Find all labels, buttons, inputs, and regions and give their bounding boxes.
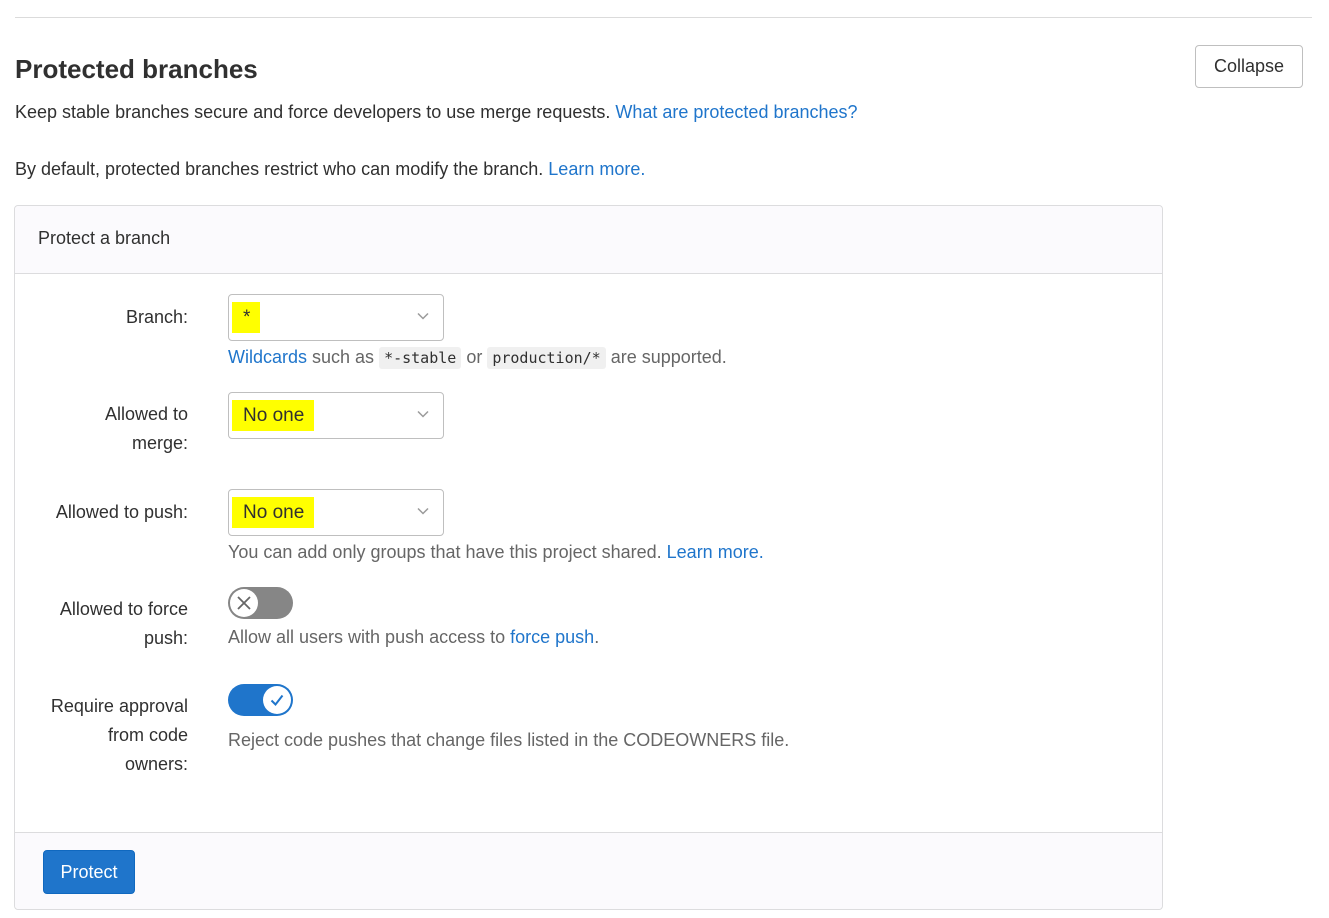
code-owners-help: Reject code pushes that change files lis… <box>228 730 790 750</box>
default-info-text: By default, protected branches restrict … <box>15 159 544 179</box>
protect-branch-panel: Protect a branch Branch: * Wildcards suc… <box>14 205 1163 910</box>
merge-label: Allowed to merge: <box>0 400 188 458</box>
chevron-down-icon <box>417 507 429 515</box>
branch-help-text-1: such as <box>307 347 380 367</box>
code-owners-label-line-1: Require approval <box>50 696 188 716</box>
push-label: Allowed to push: <box>55 502 188 522</box>
collapse-button[interactable]: Collapse <box>1195 45 1303 88</box>
force-push-toggle[interactable] <box>228 587 293 619</box>
panel-header: Protect a branch <box>15 206 1162 274</box>
allowed-to-merge-dropdown[interactable]: No one <box>228 392 444 439</box>
toggle-knob <box>230 589 258 617</box>
check-icon <box>270 694 284 707</box>
force-push-help: Allow all users with push access to forc… <box>228 625 599 649</box>
branch-label: Branch: <box>125 307 188 327</box>
merge-value: No one <box>232 400 315 431</box>
code-snippet-production: production/* <box>487 347 606 369</box>
merge-label-line-1: Allowed to <box>104 404 188 424</box>
wildcards-link[interactable]: Wildcards <box>228 347 307 367</box>
panel-title: Protect a branch <box>38 228 171 248</box>
push-help-text: You can add only groups that have this p… <box>228 542 662 562</box>
allowed-to-push-dropdown[interactable]: No one <box>228 489 444 536</box>
protected-branches-help-link[interactable]: What are protected branches? <box>615 102 857 122</box>
code-snippet-stable: *-stable <box>379 347 462 369</box>
default-info: By default, protected branches restrict … <box>15 157 645 181</box>
branch-help-text-3: are supported. <box>605 347 727 367</box>
section-divider <box>15 17 1312 18</box>
learn-more-link[interactable]: Learn more. <box>548 159 645 179</box>
push-learn-more-link[interactable]: Learn more. <box>667 542 764 562</box>
push-help: You can add only groups that have this p… <box>228 540 764 564</box>
page-title: Protected branches <box>15 54 258 84</box>
force-push-label-line-2: push: <box>143 628 188 648</box>
description-text: Keep stable branches secure and force de… <box>15 102 611 122</box>
chevron-down-icon <box>417 312 429 320</box>
force-push-help-text: Allow all users with push access to <box>228 627 506 647</box>
toggle-knob <box>263 686 291 714</box>
code-owners-toggle[interactable] <box>228 684 293 716</box>
branch-dropdown[interactable]: * <box>228 294 444 341</box>
force-push-help-suffix: . <box>594 627 600 647</box>
panel-footer: Protect <box>15 832 1162 909</box>
code-owners-label-line-3: owners: <box>124 754 188 774</box>
force-push-label-line-1: Allowed to force <box>59 599 188 619</box>
protect-button[interactable]: Protect <box>43 850 135 894</box>
chevron-down-icon <box>417 410 429 418</box>
code-owners-label-line-2: from code <box>107 725 188 745</box>
branch-help: Wildcards such as *-stable or production… <box>228 345 727 370</box>
close-icon <box>237 596 251 610</box>
branch-help-text-2: or <box>461 347 488 367</box>
push-value: No one <box>232 497 315 528</box>
force-push-label: Allowed to force push: <box>0 595 188 653</box>
merge-label-line-2: merge: <box>131 433 188 453</box>
code-owners-label: Require approval from code owners: <box>0 692 188 779</box>
branch-value: * <box>232 302 261 333</box>
section-description: Keep stable branches secure and force de… <box>15 100 858 124</box>
force-push-link[interactable]: force push <box>510 627 594 647</box>
